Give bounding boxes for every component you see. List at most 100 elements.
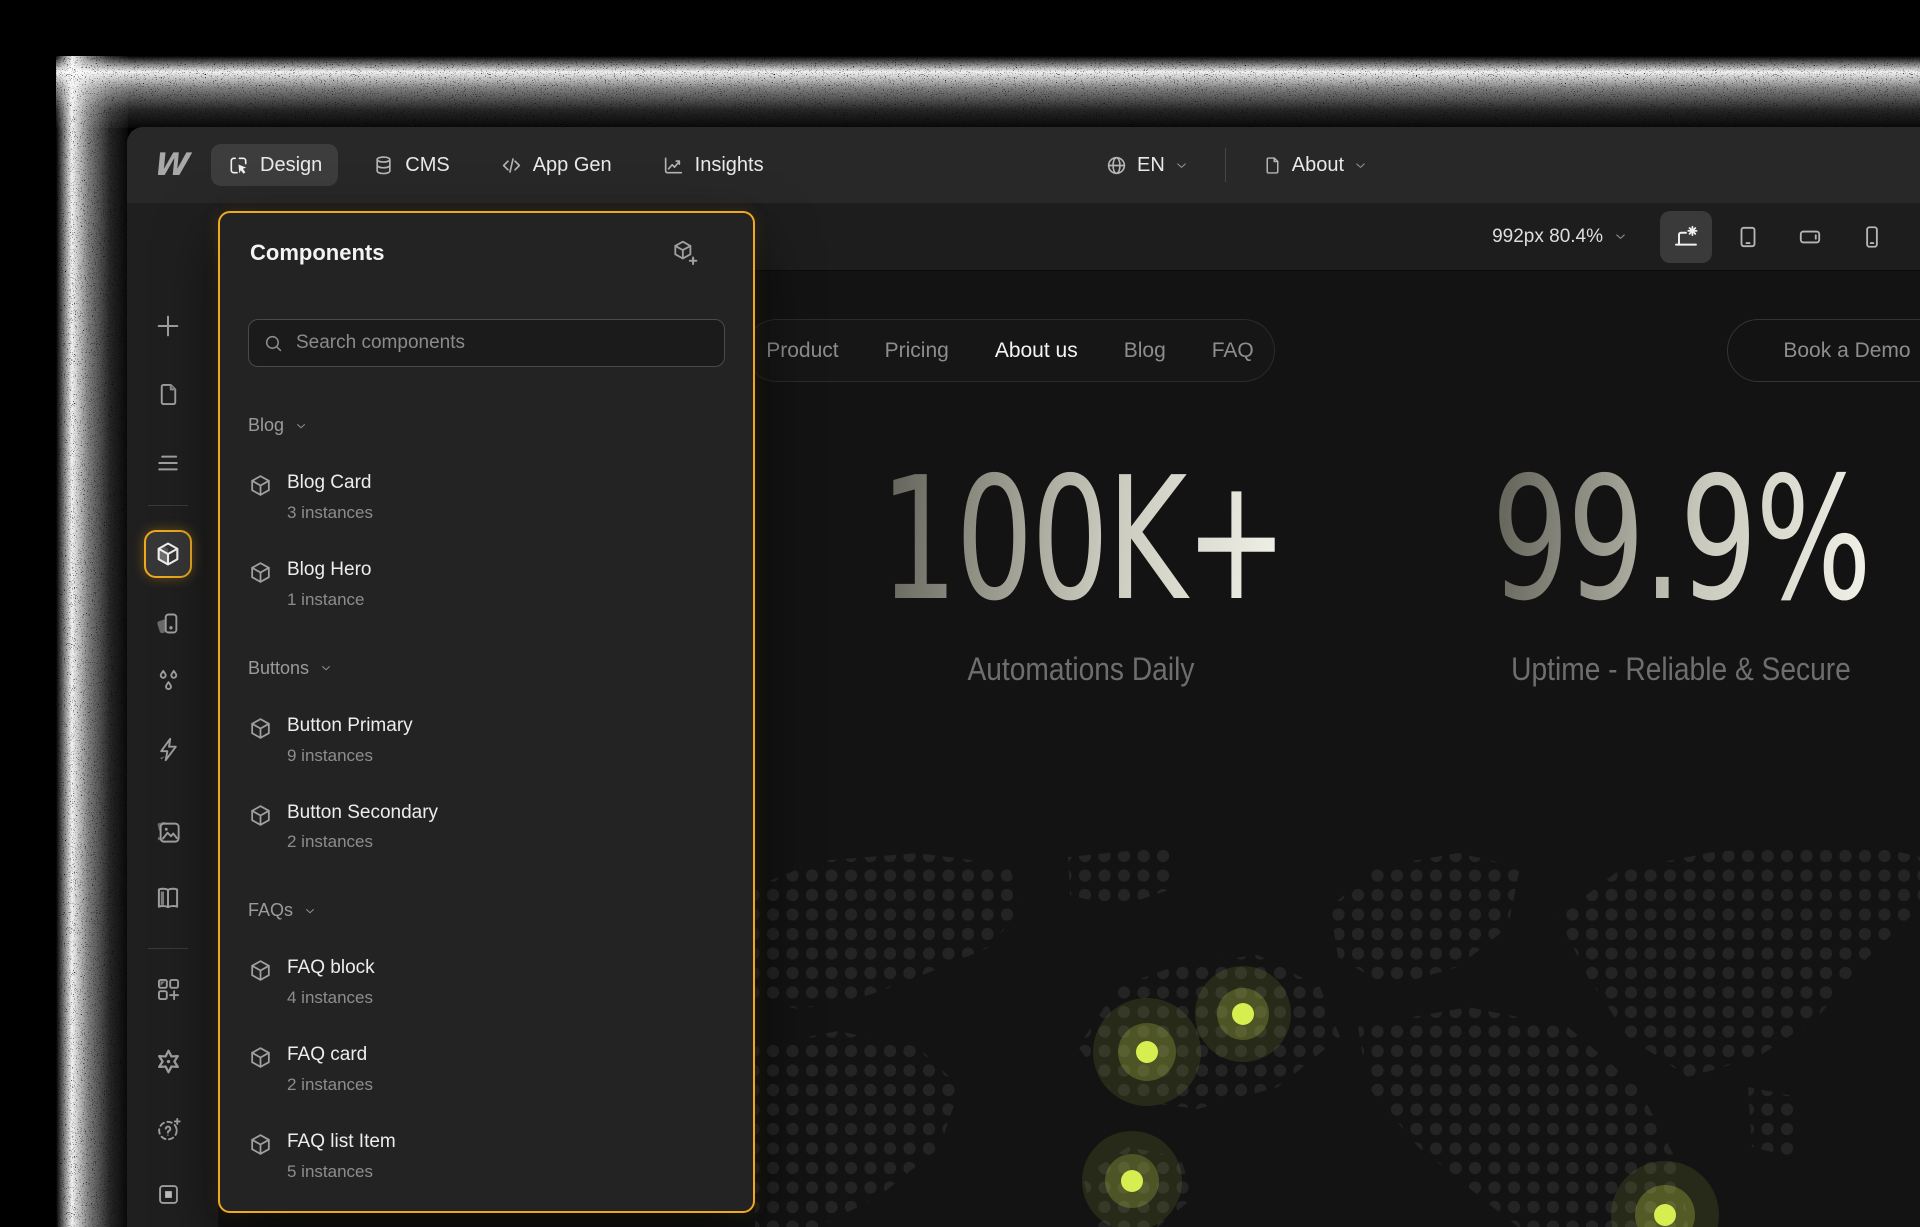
component-name: Blog Hero: [287, 559, 372, 581]
page-selector[interactable]: About: [1262, 154, 1368, 177]
chevron-down-icon: [319, 661, 333, 675]
section-label: Blog: [248, 415, 284, 436]
component-item-blog-hero[interactable]: Blog Hero 1 instance: [248, 559, 725, 610]
component-cube-icon: [248, 803, 273, 828]
navigator-button[interactable]: [146, 441, 190, 485]
nav-link-faq[interactable]: FAQ: [1212, 339, 1254, 363]
stat-caption: Automations Daily: [801, 651, 1361, 688]
component-texts: FAQ list Item 5 instances: [287, 1131, 396, 1182]
component-name: Button Primary: [287, 715, 413, 737]
component-texts: Blog Hero 1 instance: [287, 559, 372, 610]
book-a-demo-button[interactable]: Book a Demo: [1727, 319, 1920, 382]
tab-insights[interactable]: Insights: [646, 144, 780, 186]
map-marker: [1093, 998, 1201, 1106]
components-cube-icon: [154, 540, 182, 568]
interactions-button[interactable]: [146, 727, 190, 771]
map-marker: [1195, 966, 1291, 1062]
component-instance-count: 2 instances: [287, 832, 438, 852]
add-button[interactable]: [146, 304, 190, 348]
logo-glyph: W: [152, 147, 191, 183]
assets-button[interactable]: [146, 809, 190, 853]
tab-label: Insights: [695, 154, 764, 177]
tab-app-gen[interactable]: App Gen: [484, 144, 628, 186]
laptop-star-icon: [1672, 223, 1700, 251]
chevron-down-icon: [1353, 158, 1368, 173]
divider: [148, 948, 188, 949]
search-icon: [263, 333, 284, 354]
language-label: EN: [1137, 154, 1165, 177]
component-instance-count: 1 instance: [287, 590, 372, 610]
component-cube-icon: [248, 1045, 273, 1070]
stat-value: 99.9%: [1492, 455, 1870, 625]
pages-button[interactable]: [146, 372, 190, 416]
database-icon: [372, 154, 395, 177]
design-tokens-button[interactable]: [146, 659, 190, 703]
language-selector[interactable]: EN: [1105, 154, 1189, 177]
stop-button[interactable]: [146, 1172, 190, 1216]
component-name: Button Secondary: [287, 802, 438, 824]
stat-automations: 100K+ Automations Daily: [801, 455, 1361, 688]
lightning-icon: [155, 736, 182, 763]
section-header-faqs[interactable]: FAQs: [248, 900, 725, 921]
style-sources-button[interactable]: [146, 601, 190, 645]
settings-button[interactable]: [146, 1039, 190, 1083]
stat-value: 100K+: [880, 455, 1286, 625]
swatches-icon: [155, 610, 182, 637]
app-topbar: W Design CMS: [127, 127, 1920, 203]
component-name: FAQ card: [287, 1044, 373, 1066]
component-cube-icon: [248, 958, 273, 983]
component-instance-count: 4 instances: [287, 988, 375, 1008]
panel-title: Components: [250, 240, 384, 266]
stat-uptime: 99.9% Uptime - Reliable & Secure: [1401, 455, 1920, 688]
search-components-field[interactable]: [248, 319, 725, 367]
divider: [1225, 148, 1226, 182]
component-texts: Blog Card 3 instances: [287, 472, 373, 523]
map-continents: [755, 847, 1920, 1227]
app-window: W Design CMS: [127, 127, 1920, 1227]
help-button[interactable]: [146, 1107, 190, 1151]
section-label: FAQs: [248, 900, 293, 921]
device-tablet-button[interactable]: [1722, 211, 1774, 263]
search-input[interactable]: [294, 331, 710, 355]
section-header-blog[interactable]: Blog: [248, 415, 725, 436]
docs-button[interactable]: [146, 877, 190, 921]
component-item-faq-list-item[interactable]: FAQ list Item 5 instances: [248, 1131, 725, 1182]
nav-link-product[interactable]: Product: [766, 339, 838, 363]
plus-icon: [154, 312, 182, 340]
breakpoint-size-control[interactable]: 992px 80.4%: [1492, 226, 1628, 248]
webstudio-logo[interactable]: W: [149, 147, 195, 183]
device-phone-landscape-button[interactable]: [1784, 211, 1836, 263]
tab-cms[interactable]: CMS: [356, 144, 465, 186]
apps-button[interactable]: [146, 967, 190, 1011]
component-texts: Button Primary 9 instances: [287, 715, 413, 766]
component-texts: Button Secondary 2 instances: [287, 802, 438, 853]
component-item-button-primary[interactable]: Button Primary 9 instances: [248, 715, 725, 766]
tab-design[interactable]: Design: [211, 144, 338, 186]
create-component-button[interactable]: [671, 239, 699, 267]
code-brackets-icon: [500, 154, 523, 177]
component-instance-count: 3 instances: [287, 503, 373, 523]
nav-link-about-us[interactable]: About us: [995, 339, 1078, 363]
topbar-right-cluster: EN About: [1105, 127, 1368, 203]
device-laptop-button[interactable]: [1660, 211, 1712, 263]
component-cube-icon: [248, 716, 273, 741]
section-header-buttons[interactable]: Buttons: [248, 658, 725, 679]
nav-link-blog[interactable]: Blog: [1124, 339, 1166, 363]
chevron-down-icon: [294, 419, 308, 433]
divider: [148, 505, 188, 506]
components-button-active[interactable]: [144, 530, 192, 578]
component-instance-count: 2 instances: [287, 1075, 373, 1095]
phone-landscape-icon: [1797, 224, 1823, 250]
help-icon: [155, 1116, 182, 1143]
device-phone-portrait-button[interactable]: [1846, 211, 1898, 263]
component-name: Blog Card: [287, 472, 373, 494]
cta-label: Book a Demo: [1783, 339, 1910, 363]
component-item-blog-card[interactable]: Blog Card 3 instances: [248, 472, 725, 523]
chevron-down-icon: [1613, 229, 1628, 244]
phone-portrait-icon: [1859, 224, 1885, 250]
component-item-faq-card[interactable]: FAQ card 2 instances: [248, 1044, 725, 1095]
book-icon: [154, 885, 182, 913]
component-item-faq-block[interactable]: FAQ block 4 instances: [248, 957, 725, 1008]
nav-link-pricing[interactable]: Pricing: [885, 339, 949, 363]
component-item-button-secondary[interactable]: Button Secondary 2 instances: [248, 802, 725, 853]
